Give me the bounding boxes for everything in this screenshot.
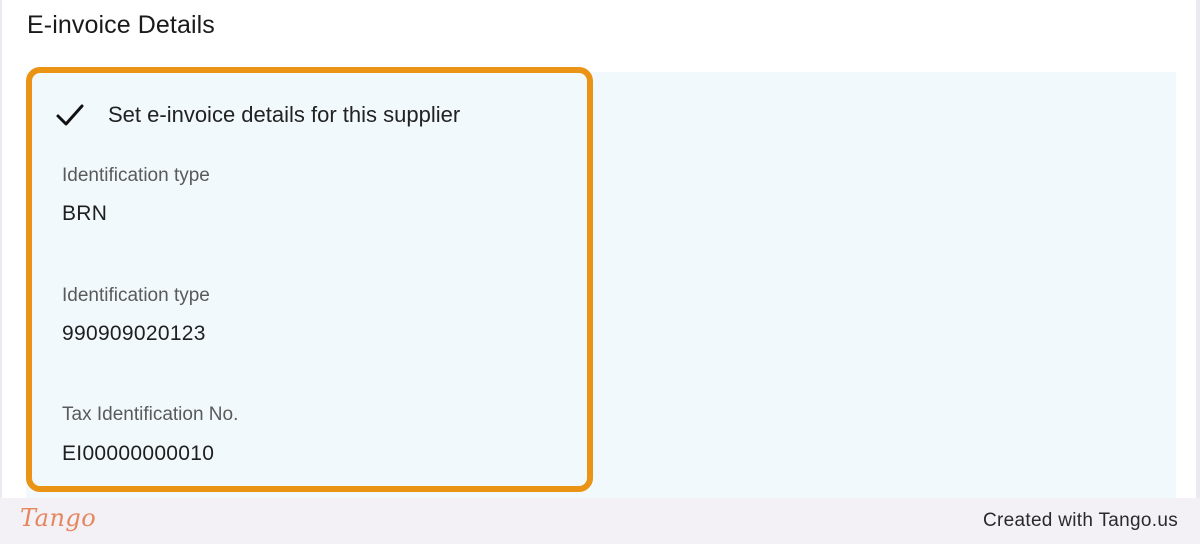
checkbox-label: Set e-invoice details for this supplier [108, 102, 461, 127]
set-einvoice-checkbox[interactable]: Set e-invoice details for this supplier [55, 100, 460, 130]
tango-logo[interactable]: Tango [20, 504, 96, 532]
highlight-box [26, 67, 593, 492]
check-icon [55, 100, 85, 130]
identification-number-label: Identification type [62, 285, 210, 306]
created-with-tango-link[interactable]: Created with Tango.us [983, 510, 1178, 532]
identification-type-value: BRN [62, 202, 108, 225]
tax-identification-value: EI00000000010 [62, 442, 215, 465]
identification-number-value: 990909020123 [62, 322, 206, 345]
tax-identification-label: Tax Identification No. [62, 404, 239, 425]
footer-bar: Tango Created with Tango.us [0, 498, 1200, 544]
section-title: E-invoice Details [27, 11, 215, 39]
identification-type-label: Identification type [62, 165, 210, 186]
